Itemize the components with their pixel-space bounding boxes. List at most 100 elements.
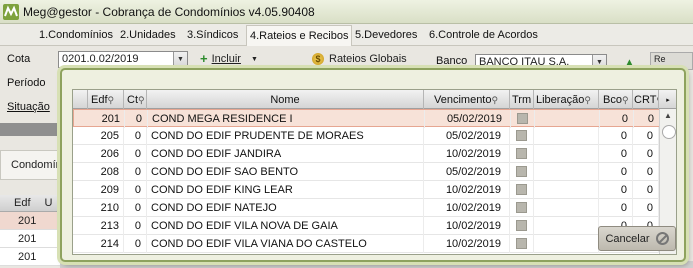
- arrow-up-icon[interactable]: ▲: [623, 55, 636, 70]
- lookup-grid-header: Edf⚲ Ct⚲ Nome Vencimento⚲ Trm Liberação⚲…: [73, 90, 676, 109]
- trm-checkbox[interactable]: [516, 184, 527, 195]
- condominio-tab[interactable]: Condomín: [0, 150, 64, 180]
- cell-nome: COND DO EDIF SAO BENTO: [147, 163, 424, 181]
- cell-liberacao: [534, 145, 599, 163]
- search-icon[interactable]: ⚲: [622, 95, 629, 105]
- banco-label: Banco: [436, 55, 468, 67]
- bg-col-edf[interactable]: Edf: [0, 195, 31, 211]
- table-row[interactable]: 213 0 COND DO EDIF VILA NOVA DE GAIA 10/02/…: [73, 217, 676, 235]
- table-row[interactable]: 209 0 COND DO EDIF KING LEAR 10/02/2019 0 0: [73, 181, 676, 199]
- cell-trm: [510, 199, 534, 217]
- cota-select[interactable]: 0201.0.02/2019 ▼: [58, 51, 188, 68]
- cell-nome: COND MEGA RESIDENCE I: [148, 110, 425, 128]
- cell-bco: 0: [599, 163, 633, 181]
- cancel-label: Cancelar: [605, 232, 650, 245]
- trm-checkbox[interactable]: [516, 148, 527, 159]
- col-edf[interactable]: Edf⚲: [88, 90, 124, 109]
- tab-controle-de-acordos[interactable]: 6.Controle de Acordos: [429, 29, 538, 41]
- tab-rateios-e-recibos[interactable]: 4.Rateios e Recibos: [246, 25, 353, 46]
- cell-vencimento: 10/02/2019: [424, 181, 510, 199]
- col-trm[interactable]: Trm: [510, 90, 534, 109]
- cell-liberacao: [535, 110, 600, 128]
- search-icon[interactable]: ⚲: [584, 95, 591, 105]
- col-liberacao[interactable]: Liberação⚲: [534, 90, 599, 109]
- col-bco[interactable]: Bco⚲: [599, 90, 633, 109]
- table-row[interactable]: 201: [0, 248, 60, 266]
- search-icon[interactable]: ⚲: [491, 95, 498, 105]
- cota-value: 0201.0.02/2019: [62, 53, 139, 65]
- cell-edf: 209: [88, 181, 124, 199]
- cell-crt: 0: [634, 110, 660, 128]
- condominio-tab-label: Condomín: [11, 159, 62, 171]
- cell-ct: 0: [124, 127, 147, 145]
- col-vencimento[interactable]: Vencimento⚲: [424, 90, 510, 109]
- dropdown-arrow-icon[interactable]: ▼: [251, 56, 258, 63]
- chevron-down-icon[interactable]: ▼: [173, 52, 187, 67]
- cell-trm: [510, 127, 534, 145]
- cell-ct: 0: [124, 145, 147, 163]
- cell-trm: [511, 110, 535, 128]
- cell-ct: 0: [125, 110, 148, 128]
- coin-icon: $: [312, 53, 324, 65]
- cancel-button[interactable]: Cancelar: [598, 226, 676, 251]
- tab-sindicos[interactable]: 3.Síndicos: [187, 29, 238, 41]
- bg-col-u[interactable]: U: [31, 195, 53, 211]
- cell-liberacao: [534, 181, 599, 199]
- col-crt-label: CRT: [634, 94, 657, 106]
- table-row[interactable]: 210 0 COND DO EDIF NATEJO 10/02/2019 0 0: [73, 199, 676, 217]
- trm-checkbox[interactable]: [516, 220, 527, 231]
- scroll-right-icon[interactable]: ▸: [659, 90, 676, 109]
- table-row[interactable]: 208 0 COND DO EDIF SAO BENTO 05/02/2019 0 0: [73, 163, 676, 181]
- cell-ct: 0: [124, 217, 147, 235]
- cell-liberacao: [534, 163, 599, 181]
- cell-nome: COND DO EDIF NATEJO: [147, 199, 424, 217]
- cell-nome: COND DO EDIF PRUDENTE DE MORAES: [147, 127, 424, 145]
- col-bco-label: Bco: [603, 94, 622, 106]
- cell-nome: COND DO EDIF JANDIRA: [147, 145, 424, 163]
- table-row[interactable]: 201 0 COND MEGA RESIDENCE I 05/02/2019 0 0: [73, 109, 676, 128]
- rateios-globais-button[interactable]: $ Rateios Globais: [312, 53, 407, 65]
- table-row[interactable]: 201: [0, 230, 60, 248]
- cell-trm: [510, 217, 534, 235]
- table-row[interactable]: 201: [0, 212, 60, 230]
- cell-trm: [510, 163, 534, 181]
- lookup-grid: Edf⚲ Ct⚲ Nome Vencimento⚲ Trm Liberação⚲…: [72, 89, 677, 255]
- incluir-label: Incluir: [211, 53, 241, 65]
- cell-liberacao: [534, 199, 599, 217]
- cell-vencimento: 10/02/2019: [424, 235, 510, 253]
- trm-checkbox[interactable]: [516, 202, 527, 213]
- cell-crt: 0: [633, 127, 659, 145]
- cell-liberacao: [534, 235, 599, 253]
- trm-checkbox[interactable]: [517, 113, 528, 124]
- table-row[interactable]: 206 0 COND DO EDIF JANDIRA 10/02/2019 0 0: [73, 145, 676, 163]
- cell-vencimento: 05/02/2019: [425, 110, 511, 128]
- tab-devedores[interactable]: 5.Devedores: [355, 29, 417, 41]
- cell-vencimento: 05/02/2019: [424, 127, 510, 145]
- cell-ct: 0: [124, 163, 147, 181]
- trm-checkbox[interactable]: [516, 238, 527, 249]
- cell-liberacao: [534, 217, 599, 235]
- rateios-globais-label: Rateios Globais: [329, 53, 407, 65]
- tab-condominios[interactable]: 1.Condomínios: [39, 29, 113, 41]
- trm-checkbox[interactable]: [516, 130, 527, 141]
- cota-label: Cota: [7, 53, 31, 65]
- incluir-button[interactable]: + Incluir ▼: [200, 52, 258, 65]
- cell-bco: 0: [599, 145, 633, 163]
- scroll-up-icon[interactable]: ▲: [664, 111, 672, 120]
- col-nome[interactable]: Nome: [147, 90, 424, 109]
- background-grid: Edf U 201 201 201: [0, 195, 60, 268]
- trm-checkbox[interactable]: [516, 166, 527, 177]
- situacao-label: Situação: [7, 101, 50, 113]
- search-icon[interactable]: ⚲: [138, 95, 145, 105]
- cell-edf: 210: [88, 199, 124, 217]
- search-icon[interactable]: ⚲: [108, 95, 115, 105]
- cell-trm: [510, 145, 534, 163]
- col-crt[interactable]: CRT⚲: [633, 90, 659, 109]
- table-row[interactable]: 205 0 COND DO EDIF PRUDENTE DE MORAES 05/02…: [73, 127, 676, 145]
- table-row[interactable]: 214 0 COND DO EDIF VILA VIANA DO CASTELO 10…: [73, 235, 676, 253]
- scroll-thumb[interactable]: [662, 125, 676, 139]
- tab-unidades[interactable]: 2.Unidades: [120, 29, 176, 41]
- col-ct[interactable]: Ct⚲: [124, 90, 147, 109]
- app-logo-icon: [3, 3, 19, 20]
- row-indicator-header: [73, 90, 88, 109]
